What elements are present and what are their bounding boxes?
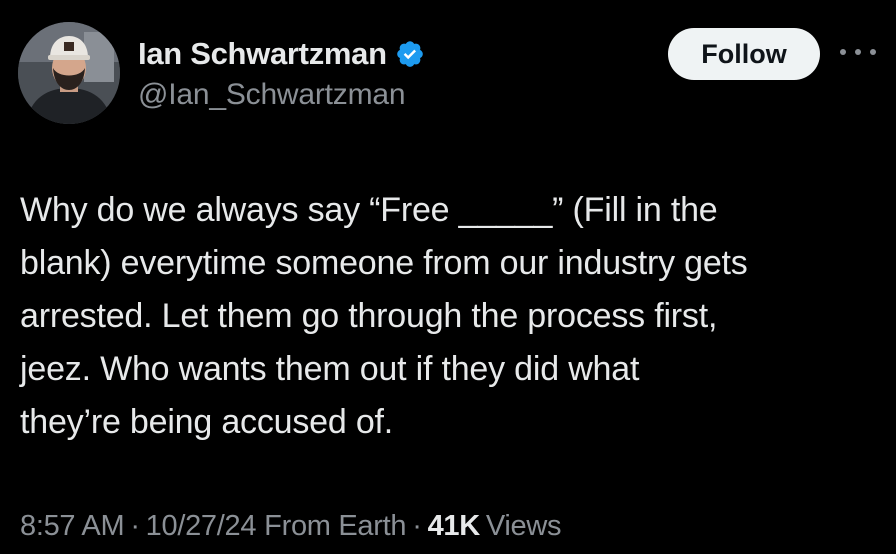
tweet-metadata: 8:57 AM · 10/27/24 From Earth · 41K View… [20,510,562,543]
avatar[interactable] [18,22,120,124]
tweet-text-line: they’re being accused of. [20,403,394,441]
tweet-card: Ian Schwartzman @Ian_Schwartzman Follow … [0,0,896,554]
more-dot [840,49,846,55]
follow-button[interactable]: Follow [668,28,820,80]
meta-separator: · [412,510,422,542]
meta-separator: · [130,510,140,542]
verified-badge-icon [395,39,425,69]
more-dot [855,49,861,55]
tweet-text-line: jeez. Who wants them out if they did wha… [20,350,640,388]
tweet-text-line: arrested. Let them go through the proces… [20,297,718,335]
tweet-text-line: blank) everytime someone from our indust… [20,244,748,282]
views-count: 41K [427,510,481,542]
tweet-text-line: Why do we always say “Free _____” (Fill … [20,191,718,229]
tweet-date[interactable]: 10/27/24 [146,510,257,543]
views-label: Views [485,510,562,542]
tweet-text: Why do we always say “Free _____” (Fill … [20,184,890,449]
author-name-row: Ian Schwartzman [138,34,425,74]
more-dot [870,49,876,55]
tweet-location: From Earth [264,510,407,542]
author-display-name[interactable]: Ian Schwartzman [138,36,387,72]
avatar-image [18,22,120,124]
author-handle[interactable]: @Ian_Schwartzman [138,78,406,112]
tweet-time[interactable]: 8:57 AM [20,510,125,543]
more-horizontal-icon[interactable] [840,42,876,62]
